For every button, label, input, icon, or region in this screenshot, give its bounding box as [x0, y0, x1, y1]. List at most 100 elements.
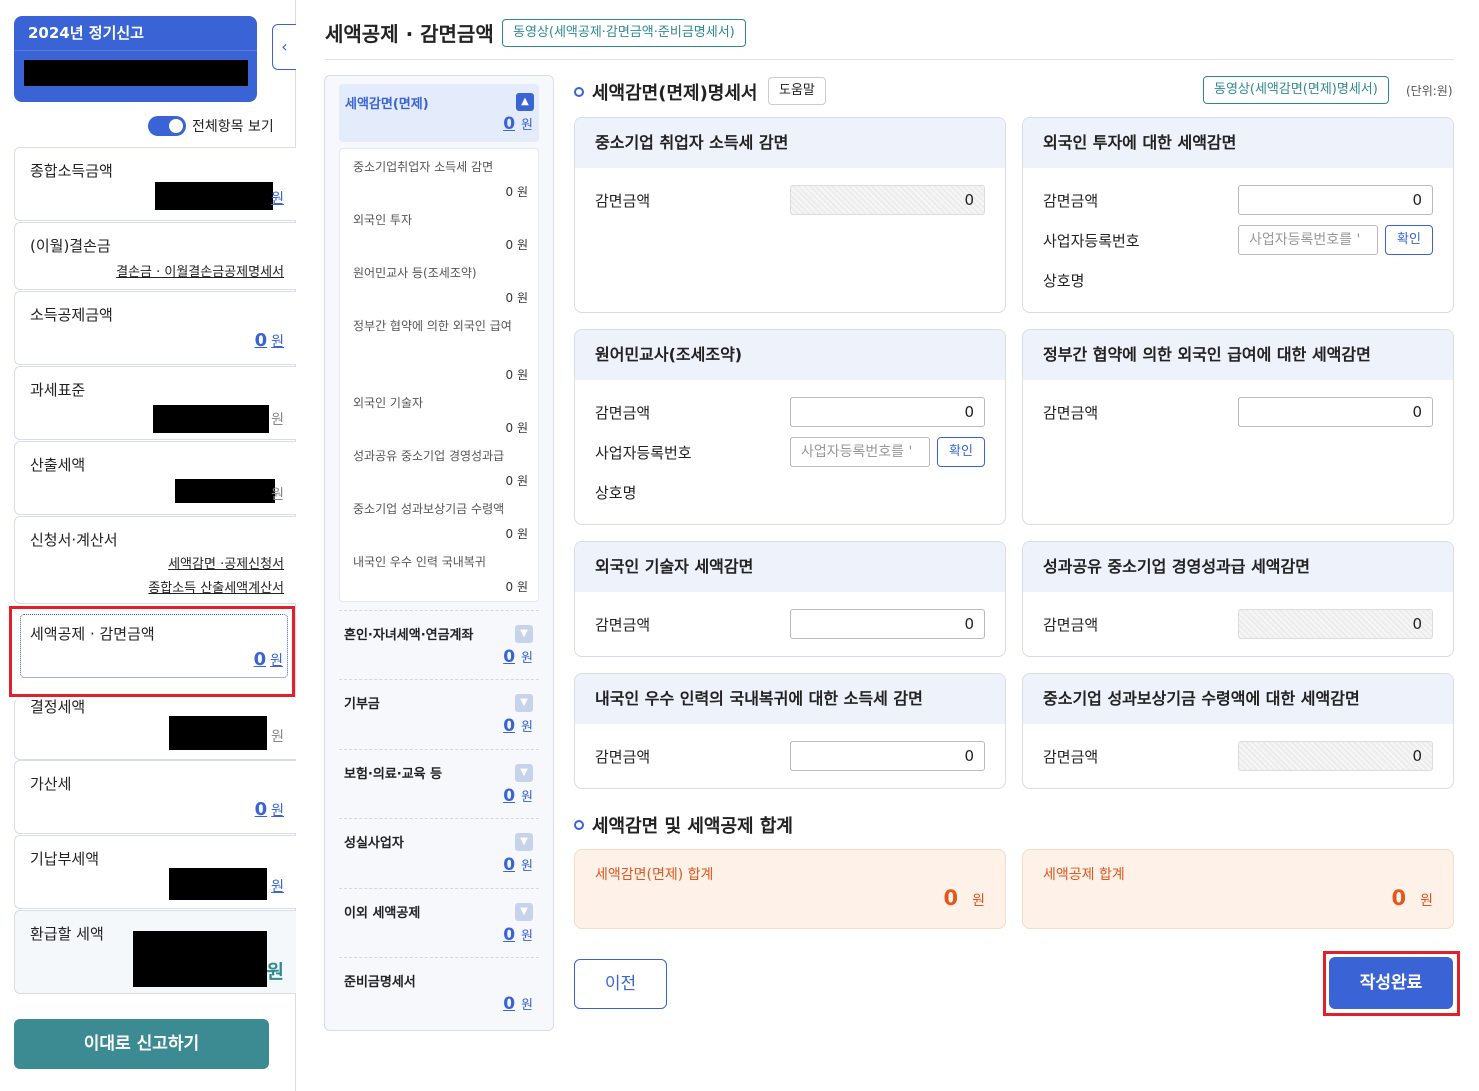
- chevron-down-icon[interactable]: ▼: [515, 694, 533, 712]
- nav-group-faithful-business[interactable]: 성실사업자 ▼ 0원: [339, 818, 539, 888]
- nav-group-label: 준비금명세서: [344, 975, 416, 990]
- chevron-down-icon[interactable]: ▼: [515, 764, 533, 782]
- card-title: 외국인 투자에 대한 세액감면: [1023, 118, 1453, 168]
- nav-sub-list: 중소기업취업자 소득세 감면 0 원 외국인 투자 0 원 원어민교사 등(조세…: [339, 148, 539, 602]
- nav-group-label: 이외 세액공제: [344, 906, 421, 921]
- sidebar-item-tax-base[interactable]: 과세표준 원: [14, 366, 296, 440]
- chevron-down-icon[interactable]: ▼: [515, 833, 533, 851]
- reduction-application-link[interactable]: 세액감면 ·공제신청서: [168, 553, 284, 572]
- chevron-down-icon[interactable]: ▼: [515, 625, 533, 643]
- nav-group-label: 기부금: [344, 697, 380, 712]
- nav-group-other-credits[interactable]: 이외 세액공제 ▼ 0원: [339, 888, 539, 958]
- left-sidebar: 2024년 정기신고 ‹ 전체항목 보기 종합소득금액 원 (이월)결손금 결손…: [0, 0, 296, 1091]
- total-value: 0원: [943, 886, 985, 910]
- unit-label: 원: [271, 191, 284, 207]
- business-number-input[interactable]: 사업자등록번호를 ': [790, 437, 930, 467]
- card-performance-fund: 중소기업 성과보상기금 수령액에 대한 세액감면 감면금액 0: [1022, 673, 1454, 789]
- amount-value[interactable]: 0원: [255, 330, 284, 351]
- file-return-button[interactable]: 이대로 신고하기: [14, 1019, 269, 1069]
- nav-group-amount[interactable]: 0원: [503, 716, 533, 736]
- sidebar-item-loss[interactable]: (이월)결손금 결손금 · 이월결손금공제명세서: [14, 222, 296, 290]
- sidebar-item-prepaid-tax[interactable]: 기납부세액 원: [14, 835, 296, 909]
- field-label: 감면금액: [1043, 616, 1099, 634]
- nav-group-amount[interactable]: 0원: [503, 786, 533, 806]
- nav-group-label: 세액감면(면제): [345, 97, 429, 112]
- header-divider: [325, 59, 1454, 60]
- show-all-toggle[interactable]: 전체항목 보기: [148, 116, 274, 136]
- section-title-reduction: 세액감면(면제)명세서: [574, 79, 758, 105]
- highlight-box: [9, 606, 295, 697]
- sidebar-item-forms[interactable]: 신청서·계산서 세액감면 ·공제신청서 종합소득 산출세액계산서: [14, 516, 296, 604]
- nav-group-amount[interactable]: 0원: [503, 855, 533, 875]
- confirm-button[interactable]: 확인: [1385, 225, 1433, 255]
- card-title: 외국인 기술자 세액감면: [575, 542, 1005, 592]
- confirm-button[interactable]: 확인: [937, 437, 985, 467]
- field-label: 감면금액: [595, 616, 651, 634]
- sidebar-item-income-deduction[interactable]: 소득공제금액 0원: [14, 291, 296, 365]
- sidebar-item-label: 소득공제금액: [30, 306, 113, 324]
- reduction-amount-input[interactable]: 0: [790, 609, 985, 639]
- help-button[interactable]: 도움말: [768, 77, 826, 105]
- unit-label: 원: [271, 412, 284, 428]
- reduction-amount-input: 0: [1238, 609, 1433, 639]
- toggle-switch[interactable]: [148, 116, 186, 136]
- card-title: 원어민교사(조세조약): [575, 330, 1005, 380]
- business-number-input[interactable]: 사업자등록번호를 ': [1238, 225, 1378, 255]
- sidebar-item-label: 기납부세액: [30, 850, 100, 868]
- sidebar-item-label: 신청서·계산서: [30, 531, 118, 549]
- unit-label: 원: [271, 879, 284, 895]
- reduction-amount-input[interactable]: 0: [790, 741, 985, 771]
- total-label: 세액감면(면제) 합계: [595, 867, 714, 883]
- card-talent-return: 내국인 우수 인력의 국내복귀에 대한 소득세 감면 감면금액 0: [574, 673, 1006, 789]
- sidebar-item-refund[interactable]: 환급할 세액 원: [14, 910, 296, 994]
- unit-label: 원: [271, 487, 284, 503]
- sidebar-item-total-income[interactable]: 종합소득금액 원: [14, 147, 296, 221]
- bullet-icon: [574, 820, 584, 830]
- chevron-up-icon[interactable]: ▲: [516, 93, 534, 111]
- bullet-icon: [574, 87, 584, 97]
- card-foreign-engineer: 외국인 기술자 세액감면 감면금액 0: [574, 541, 1006, 657]
- field-label: 감면금액: [595, 404, 651, 422]
- redacted-block: [155, 182, 273, 210]
- nav-group-insurance-medical-education[interactable]: 보험·의료·교육 등 ▼ 0원: [339, 749, 539, 819]
- video-button-header[interactable]: 동영상(세액공제·감면금액·준비금명세서): [502, 19, 746, 47]
- nav-group-reserve-statement[interactable]: 준비금명세서 0원: [339, 957, 539, 1027]
- chevron-down-icon[interactable]: ▼: [515, 903, 533, 921]
- year-card-divider: [14, 50, 257, 51]
- page-title: 세액공제 · 감면금액: [325, 22, 494, 46]
- sidebar-item-label: 과세표준: [30, 381, 86, 399]
- nav-group-label: 혼인·자녀세액·연금계좌: [344, 628, 474, 643]
- previous-button[interactable]: 이전: [574, 959, 667, 1009]
- unit-label: 원: [271, 729, 284, 745]
- card-title: 성과공유 중소기업 경영성과급 세액감면: [1023, 542, 1453, 592]
- field-label: 감면금액: [595, 748, 651, 766]
- card-performance-sharing: 성과공유 중소기업 경영성과급 세액감면 감면금액 0: [1022, 541, 1454, 657]
- nav-group-amount[interactable]: 0원: [503, 925, 533, 945]
- section-nav: 세액감면(면제) ▲ 0원 중소기업취업자 소득세 감면 0 원 외국인 투자 …: [324, 75, 554, 1031]
- nav-group-label: 보험·의료·교육 등: [344, 767, 443, 782]
- nav-group-tax-reduction[interactable]: 세액감면(면제) ▲ 0원: [339, 84, 539, 142]
- card-native-teacher: 원어민교사(조세조약) 감면금액 0 사업자등록번호 사업자등록번호를 ' 확인…: [574, 329, 1006, 525]
- reduction-amount-input[interactable]: 0: [790, 397, 985, 427]
- reduction-amount-input[interactable]: 0: [1238, 397, 1433, 427]
- nav-group-donation[interactable]: 기부금 ▼ 0원: [339, 679, 539, 749]
- collapse-sidebar-button[interactable]: ‹: [272, 24, 296, 70]
- sidebar-item-calculated-tax[interactable]: 산출세액 원: [14, 441, 296, 515]
- amount-value[interactable]: 0원: [255, 799, 284, 820]
- sidebar-item-label: 환급할 세액: [30, 925, 104, 943]
- nav-group-amount[interactable]: 0원: [503, 114, 533, 134]
- reduction-amount-input[interactable]: 0: [1238, 185, 1433, 215]
- field-label: 감면금액: [1043, 748, 1099, 766]
- loss-statement-link[interactable]: 결손금 · 이월결손금공제명세서: [116, 261, 284, 280]
- sidebar-item-penalty-tax[interactable]: 가산세 0원: [14, 760, 296, 834]
- field-label: 상호명: [1043, 272, 1085, 290]
- reduction-total-card: 세액감면(면제) 합계 0원: [574, 849, 1006, 929]
- nav-group-amount[interactable]: 0원: [503, 647, 533, 667]
- field-label: 사업자등록번호: [1043, 232, 1140, 250]
- sidebar-item-determined-tax[interactable]: 결정세액 원: [14, 698, 296, 760]
- nav-group-amount[interactable]: 0원: [503, 994, 533, 1014]
- sidebar-item-label: 가산세: [30, 775, 72, 793]
- nav-group-marriage-children-pension[interactable]: 혼인·자녀세액·연금계좌 ▼ 0원: [339, 610, 539, 680]
- tax-calculation-link[interactable]: 종합소득 산출세액계산서: [148, 577, 284, 596]
- video-button-reduction[interactable]: 동영상(세액감면(면제)명세서): [1203, 76, 1389, 104]
